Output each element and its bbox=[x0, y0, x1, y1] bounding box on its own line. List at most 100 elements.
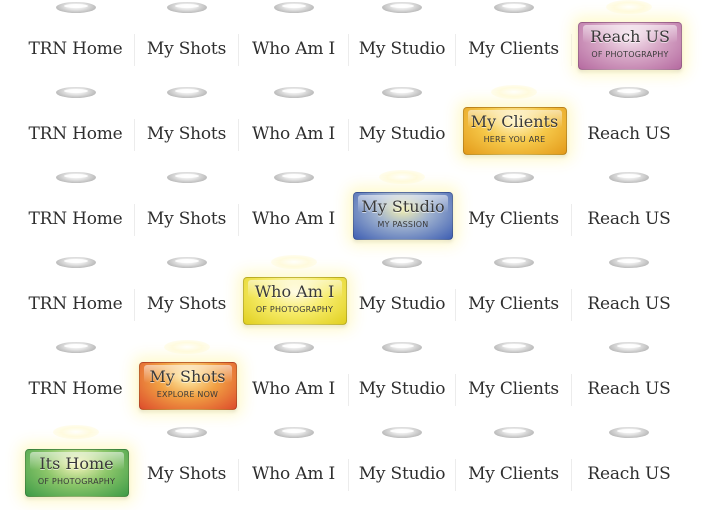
badge-subtitle: HERE YOU ARE bbox=[483, 135, 546, 144]
badge-subtitle: EXPLORE NOW bbox=[156, 390, 219, 399]
spotlight-icon bbox=[166, 257, 207, 268]
nav-label: Who Am I bbox=[252, 464, 335, 484]
nav-item-my-studio[interactable]: My Studio bbox=[349, 255, 455, 340]
nav-item-my-clients[interactable]: My Clients bbox=[456, 0, 571, 85]
nav-label: Reach US bbox=[587, 294, 671, 314]
spotlight-icon bbox=[490, 85, 537, 99]
nav-item-my-studio[interactable]: My Studio bbox=[349, 425, 455, 510]
spotlight-icon bbox=[273, 427, 314, 438]
nav-item-my-shots[interactable]: My Shots bbox=[135, 170, 238, 255]
spotlight-icon bbox=[55, 87, 96, 98]
nav-item-trn-home[interactable]: TRN Home bbox=[18, 255, 133, 340]
nav-item-reach-us-active[interactable]: Reach US OF PHOTOGRAPHY bbox=[572, 0, 686, 85]
nav-label: My Shots bbox=[146, 39, 227, 59]
nav-item-reach-us[interactable]: Reach US bbox=[572, 425, 686, 510]
spotlight-icon bbox=[609, 342, 649, 353]
nav-label: TRN Home bbox=[28, 379, 123, 399]
nav-item-who-am-i[interactable]: Who Am I bbox=[239, 0, 348, 85]
badge-title: Its Home bbox=[39, 454, 114, 473]
nav-label: TRN Home bbox=[28, 39, 123, 59]
spotlight-icon bbox=[166, 2, 207, 13]
spotlight-icon bbox=[609, 427, 649, 438]
spotlight-icon bbox=[382, 427, 422, 438]
nav-label: Who Am I bbox=[252, 124, 335, 144]
nav-label: Reach US bbox=[587, 209, 671, 229]
nav-item-my-clients[interactable]: My Clients bbox=[456, 425, 571, 510]
nav-item-who-am-i[interactable]: Who Am I bbox=[239, 425, 348, 510]
nav-item-who-am-i-active[interactable]: Who Am I OF PHOTOGRAPHY bbox=[239, 255, 348, 340]
nav-label: Who Am I bbox=[252, 39, 335, 59]
active-badge: Its Home OF PHOTOGRAPHY bbox=[24, 449, 129, 497]
nav-item-who-am-i[interactable]: Who Am I bbox=[239, 170, 348, 255]
spotlight-icon bbox=[493, 172, 534, 183]
nav-label: My Studio bbox=[358, 124, 446, 144]
spotlight-icon bbox=[55, 257, 96, 268]
nav-item-my-studio-active[interactable]: My Studio MY PASSION bbox=[349, 170, 455, 255]
spotlight-icon bbox=[55, 342, 96, 353]
nav-item-who-am-i[interactable]: Who Am I bbox=[239, 85, 348, 170]
spotlight-icon bbox=[382, 87, 422, 98]
badge-title: My Studio bbox=[361, 197, 445, 216]
nav-item-reach-us[interactable]: Reach US bbox=[572, 85, 686, 170]
spotlight-icon bbox=[163, 340, 210, 354]
spotlight-icon bbox=[166, 172, 207, 183]
nav-item-my-studio[interactable]: My Studio bbox=[349, 0, 455, 85]
nav-row-my-clients: TRN Home My Shots Who Am I My Studio My … bbox=[0, 85, 704, 170]
spotlight-icon bbox=[609, 87, 649, 98]
active-badge: My Studio MY PASSION bbox=[353, 192, 453, 240]
nav-label: TRN Home bbox=[28, 209, 123, 229]
nav-label: My Shots bbox=[146, 294, 227, 314]
badge-title: My Clients bbox=[470, 112, 559, 131]
nav-item-my-shots[interactable]: My Shots bbox=[135, 255, 238, 340]
nav-item-my-shots[interactable]: My Shots bbox=[135, 425, 238, 510]
nav-label: My Studio bbox=[358, 379, 446, 399]
nav-label: My Shots bbox=[146, 464, 227, 484]
nav-label: My Studio bbox=[358, 39, 446, 59]
nav-item-my-clients-active[interactable]: My Clients HERE YOU ARE bbox=[456, 85, 571, 170]
spotlight-icon bbox=[166, 427, 207, 438]
nav-item-reach-us[interactable]: Reach US bbox=[572, 170, 686, 255]
spotlight-icon bbox=[606, 0, 652, 14]
nav-item-my-studio[interactable]: My Studio bbox=[349, 85, 455, 170]
nav-label: My Shots bbox=[146, 124, 227, 144]
spotlight-icon bbox=[609, 172, 649, 183]
spotlight-icon bbox=[273, 2, 314, 13]
spotlight-icon bbox=[493, 427, 534, 438]
spotlight-icon bbox=[382, 2, 422, 13]
active-badge: Reach US OF PHOTOGRAPHY bbox=[578, 22, 682, 70]
nav-label: TRN Home bbox=[28, 124, 123, 144]
nav-item-my-shots[interactable]: My Shots bbox=[135, 85, 238, 170]
nav-row-who-am-i: TRN Home My Shots Who Am I OF PHOTOGRAPH… bbox=[0, 255, 704, 340]
spotlight-icon bbox=[273, 172, 314, 183]
nav-item-reach-us[interactable]: Reach US bbox=[572, 255, 686, 340]
nav-item-my-studio[interactable]: My Studio bbox=[349, 340, 455, 425]
nav-item-my-clients[interactable]: My Clients bbox=[456, 255, 571, 340]
nav-item-trn-home[interactable]: TRN Home bbox=[18, 0, 133, 85]
spotlight-icon bbox=[55, 172, 96, 183]
nav-item-reach-us[interactable]: Reach US bbox=[572, 340, 686, 425]
spotlight-icon bbox=[493, 257, 534, 268]
nav-item-my-clients[interactable]: My Clients bbox=[456, 170, 571, 255]
nav-item-its-home-active[interactable]: Its Home OF PHOTOGRAPHY bbox=[18, 425, 133, 510]
nav-item-who-am-i[interactable]: Who Am I bbox=[239, 340, 348, 425]
spotlight-icon bbox=[52, 425, 99, 439]
spotlight-icon bbox=[382, 342, 422, 353]
nav-item-trn-home[interactable]: TRN Home bbox=[18, 340, 133, 425]
nav-row-reach-us: TRN Home My Shots Who Am I My Studio My … bbox=[0, 0, 704, 85]
nav-row-my-shots: TRN Home My Shots EXPLORE NOW Who Am I M… bbox=[0, 340, 704, 425]
badge-title: My Shots bbox=[149, 367, 226, 386]
nav-item-trn-home[interactable]: TRN Home bbox=[18, 170, 133, 255]
nav-label: Reach US bbox=[587, 379, 671, 399]
badge-subtitle: MY PASSION bbox=[377, 220, 429, 229]
nav-item-my-clients[interactable]: My Clients bbox=[456, 340, 571, 425]
spotlight-icon bbox=[382, 257, 422, 268]
nav-item-my-shots[interactable]: My Shots bbox=[135, 0, 238, 85]
nav-row-its-home: Its Home OF PHOTOGRAPHY My Shots Who Am … bbox=[0, 425, 704, 510]
spotlight-icon bbox=[493, 342, 534, 353]
nav-item-my-shots-active[interactable]: My Shots EXPLORE NOW bbox=[135, 340, 238, 425]
nav-label: My Clients bbox=[468, 379, 559, 399]
nav-label: Reach US bbox=[587, 464, 671, 484]
active-badge: My Clients HERE YOU ARE bbox=[462, 107, 567, 155]
nav-label: Reach US bbox=[587, 124, 671, 144]
nav-item-trn-home[interactable]: TRN Home bbox=[18, 85, 133, 170]
